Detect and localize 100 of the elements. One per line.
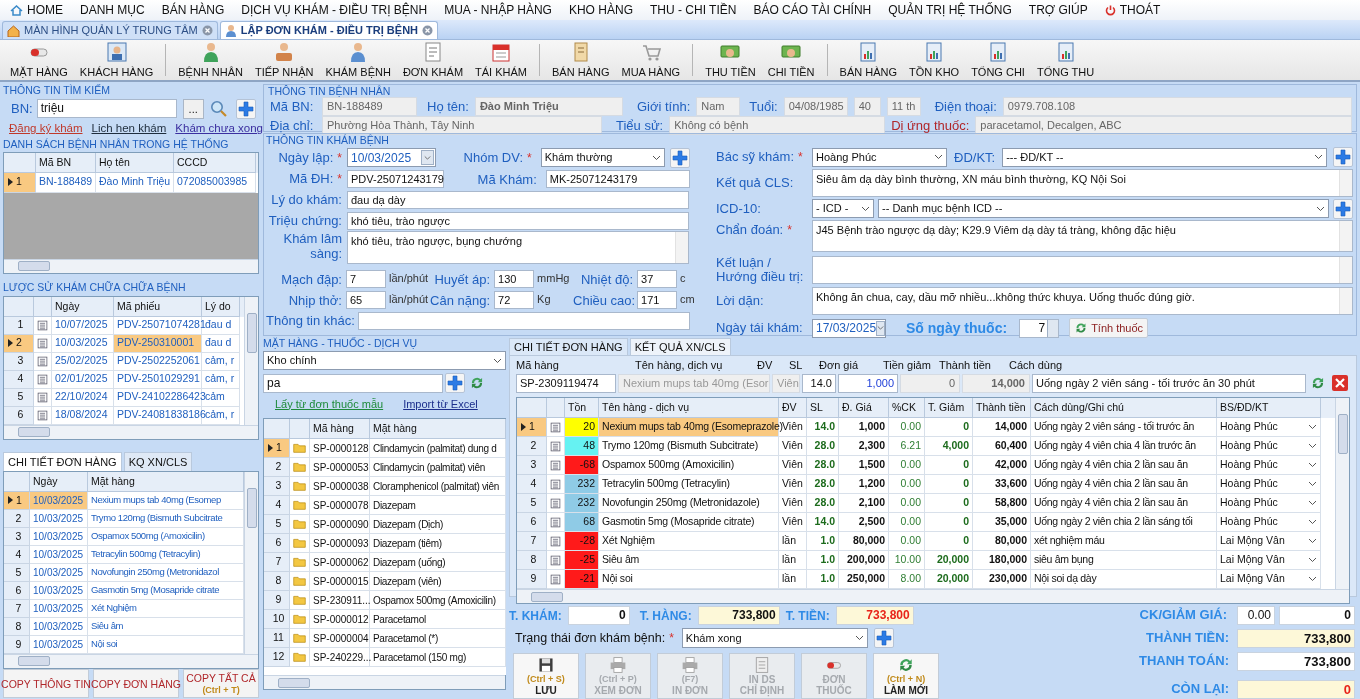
service-group-select[interactable]: Khám thường (540, 148, 665, 167)
copy-button[interactable]: COPY TẤT CẢ (Ctrl + T) (183, 669, 259, 698)
vital-field[interactable]: 37 (637, 269, 677, 288)
exam-code-field[interactable]: MK-25071243179 (545, 169, 690, 188)
menu-item[interactable]: MUA - NHẬP HÀNG (444, 1, 552, 19)
toolbar-button[interactable]: BỆNH NHÂN (172, 41, 249, 79)
column-header[interactable]: Đ. Giá (839, 398, 889, 418)
staff-select[interactable]: Hoàng Phúc (1220, 438, 1317, 454)
menu-item[interactable]: DANH MỤC (80, 1, 145, 19)
row-header[interactable]: 6 (264, 534, 290, 553)
vital-field[interactable]: 171 (637, 290, 677, 309)
column-header[interactable]: Mặt hàng (370, 419, 506, 439)
document-icon[interactable] (37, 389, 48, 405)
column-header[interactable]: Ngày (52, 296, 114, 317)
column-header[interactable]: Lý do (202, 296, 240, 317)
document-icon[interactable] (550, 419, 561, 435)
document-icon[interactable] (37, 353, 48, 369)
toolbar-button[interactable]: MUA HÀNG (615, 41, 687, 79)
tab[interactable]: CHI TIẾT ĐƠN HÀNG (3, 452, 122, 471)
toolbar-button[interactable]: TỔNG CHI (965, 41, 1031, 79)
add-button[interactable] (1333, 198, 1353, 219)
toolbar-button[interactable]: MẶT HÀNG (4, 41, 74, 79)
column-header[interactable]: Ngày (30, 472, 88, 492)
toolbar-button[interactable]: BÁN HÀNG (833, 41, 903, 79)
vital-field[interactable]: 130 (494, 269, 535, 288)
add-button[interactable] (235, 98, 256, 119)
reason-field[interactable]: đau dạ dày (347, 190, 689, 209)
row-header[interactable]: 4 (517, 475, 547, 494)
menu-item[interactable]: QUẢN TRỊ HỆ THỐNG (888, 1, 1012, 19)
toolbar-button[interactable]: TỔNG THU (1030, 41, 1101, 79)
toolbar-button[interactable]: KHÁM BỆNH (319, 41, 397, 79)
icd-disease-select[interactable]: -- Danh mục bệnh ICD -- (878, 199, 1329, 218)
document-icon[interactable] (37, 407, 48, 423)
row-header[interactable]: 5 (517, 494, 547, 513)
toolbar-button[interactable]: KHÁCH HÀNG (73, 41, 160, 79)
close-icon[interactable] (422, 25, 434, 36)
link[interactable]: Khám chưa xong (175, 120, 263, 138)
document-icon[interactable] (550, 457, 561, 473)
price-field[interactable]: 1,000 (838, 373, 898, 393)
toolbar-button[interactable]: TIẾP NHẬN (249, 41, 320, 79)
vital-field[interactable]: 7 (345, 269, 386, 288)
icd-code-select[interactable]: - ICD - (812, 199, 874, 218)
document-icon[interactable] (550, 438, 561, 454)
order-code-field[interactable]: PDV-25071243179 (347, 169, 444, 188)
symptoms-field[interactable]: khó tiêu, trào ngược (347, 211, 689, 230)
revisit-date-field[interactable]: 17/03/2025 (812, 318, 886, 338)
delete-button[interactable] (1330, 373, 1350, 393)
row-header[interactable]: 8 (517, 551, 547, 570)
copy-button[interactable]: COPY ĐƠN HÀNG (93, 669, 179, 698)
tab[interactable]: LẬP ĐƠN KHÁM - ĐIỀU TRỊ BỆNH (219, 21, 439, 39)
horizontal-scrollbar[interactable] (517, 589, 1349, 603)
column-header[interactable]: Mã hàng (310, 419, 370, 439)
horizontal-scrollbar[interactable] (264, 675, 505, 689)
row-header[interactable]: 12 (264, 648, 290, 667)
nurse-select[interactable]: --- ĐD/KT -- (1002, 147, 1327, 167)
action-button[interactable]: (Ctrl + N) LÀM MỚI (873, 653, 939, 699)
tab[interactable]: KẾT QUẢ XN/CLS (629, 338, 731, 355)
row-header[interactable]: 9 (264, 591, 290, 610)
row-header[interactable]: 1 (517, 418, 547, 437)
tab[interactable]: KQ XN/CLS (123, 452, 193, 471)
row-header[interactable]: 11 (264, 629, 290, 648)
row-header[interactable]: 10 (264, 610, 290, 629)
menu-item[interactable]: BÁO CÁO TÀI CHÍNH (753, 1, 872, 19)
column-header[interactable]: Mã BN (36, 152, 96, 173)
document-icon[interactable] (37, 317, 48, 333)
vital-field[interactable]: 65 (345, 290, 386, 309)
staff-select[interactable]: Hoàng Phúc (1220, 476, 1317, 492)
document-icon[interactable] (550, 552, 561, 568)
usage-field[interactable]: Uống ngày 2 viên sáng - tối trước ăn 30 phút (1032, 373, 1306, 393)
days-spinner[interactable]: 7 (1019, 318, 1060, 338)
add-button[interactable] (873, 628, 894, 648)
toolbar-button[interactable]: BÁN HÀNG (546, 41, 616, 79)
toolbar-button[interactable]: TÁI KHÁM (469, 41, 533, 79)
row-header[interactable]: 3 (264, 477, 290, 496)
doctor-select[interactable]: Hoàng Phúc (812, 147, 947, 167)
menu-item[interactable]: DỊCH VỤ KHÁM - ĐIỀU TRỊ BỆNH (241, 1, 428, 19)
add-button[interactable] (670, 147, 690, 168)
staff-select[interactable]: Lai Mộng Vân (1220, 552, 1317, 568)
browse-button[interactable]: ... (182, 98, 204, 119)
column-header[interactable]: Thành tiền (973, 398, 1031, 418)
quantity-field[interactable]: 14.0 (802, 373, 836, 393)
row-header[interactable]: 9 (517, 570, 547, 589)
staff-select[interactable]: Hoàng Phúc (1220, 419, 1317, 435)
row-header[interactable]: 1 (4, 172, 36, 193)
toolbar-button[interactable]: ĐƠN KHÁM (396, 41, 470, 79)
menu-item[interactable]: KHO HÀNG (568, 1, 633, 19)
column-header[interactable]: CCCD (174, 152, 256, 173)
row-header[interactable]: 2 (264, 458, 290, 477)
document-icon[interactable] (550, 495, 561, 511)
product-search-field[interactable]: pa (263, 373, 443, 393)
other-info-field[interactable] (357, 311, 690, 330)
status-select[interactable]: Khám xong (681, 628, 868, 648)
add-button[interactable] (445, 373, 465, 393)
column-header[interactable]: Cách dùng/Ghi chú (1031, 398, 1217, 418)
row-header[interactable]: 8 (264, 572, 290, 591)
document-icon[interactable] (550, 514, 561, 530)
toolbar-button[interactable]: THU TIỀN (699, 41, 762, 79)
tab[interactable]: CHI TIẾT ĐƠN HÀNG (509, 338, 628, 355)
link[interactable]: Import từ Excel (403, 395, 478, 413)
menu-item[interactable]: THOÁT (1119, 1, 1161, 19)
